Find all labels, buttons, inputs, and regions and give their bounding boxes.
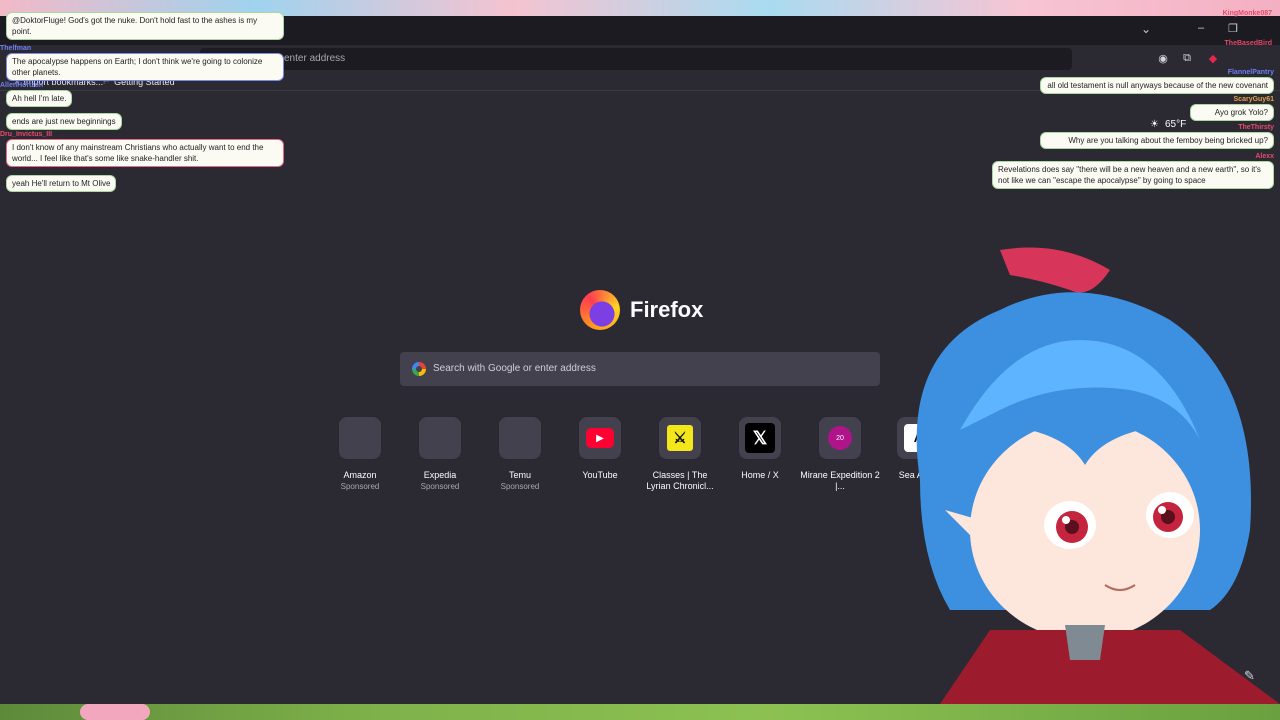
- firefox-wordmark: Firefox: [630, 297, 704, 322]
- firefox-logo-icon: [580, 290, 620, 330]
- chat-message: TheBasedBird: [1200, 40, 1272, 48]
- youtube-play-icon: ▶: [586, 428, 614, 448]
- chat-text: Ah hell I'm late.: [6, 90, 73, 107]
- chat-username: Alexx: [1255, 153, 1274, 160]
- chat-message: Dru_Invictus_III I don't know of any mai…: [0, 131, 284, 167]
- search-placeholder: Search with Google or enter address: [433, 363, 596, 374]
- top-site-title: Home / X: [741, 470, 779, 480]
- chat-text: yeah He'll return to Mt Olive: [6, 175, 117, 192]
- firefox-branding: Firefox: [580, 290, 703, 330]
- edit-pencil-icon[interactable]: ✎: [1244, 668, 1255, 684]
- google-icon: [412, 362, 426, 376]
- top-site-youtube[interactable]: ▶ YouTube: [560, 417, 640, 481]
- d20-dice-icon: 20: [828, 426, 852, 450]
- chat-text: Ayo grok Yolo?: [1190, 104, 1274, 121]
- chat-message: Alexx Revelations does say "there will b…: [992, 153, 1274, 189]
- top-site-amazon[interactable]: Amazon Sponsored: [320, 417, 400, 492]
- chat-text: @DoktorFluge! God's got the nuke. Don't …: [6, 12, 284, 40]
- chat-username: KingMonke087: [1222, 10, 1272, 17]
- top-site-title: Mirane Expedition 2 |...: [800, 470, 880, 491]
- top-site-temu[interactable]: Temu Sponsored: [480, 417, 560, 492]
- top-site-expedia[interactable]: Expedia Sponsored: [400, 417, 480, 492]
- chat-message: ends are just new beginnings: [6, 113, 122, 130]
- list-all-tabs-icon[interactable]: ⌄: [1141, 22, 1151, 36]
- chat-message: AllenHorizon Ah hell I'm late.: [0, 82, 73, 107]
- chat-message: FlannelPantry all old testament is null …: [1040, 69, 1274, 94]
- chat-username: AllenHorizon: [0, 82, 44, 89]
- minimize-icon[interactable]: –: [1198, 22, 1204, 34]
- chat-text: The apocalypse happens on Earth; I don't…: [6, 53, 284, 81]
- amazon-favicon-icon: [339, 417, 381, 459]
- vtuber-avatar: [880, 230, 1280, 704]
- chat-username: FlannelPantry: [1227, 69, 1274, 76]
- chat-text: all old testament is null anyways becaus…: [1040, 77, 1274, 94]
- chat-username: TheBasedBird: [1224, 40, 1272, 47]
- expedia-favicon-icon: [419, 417, 461, 459]
- restore-icon[interactable]: ❐: [1228, 22, 1238, 35]
- chat-username: TheThirsty: [1238, 124, 1274, 131]
- top-site-mirane[interactable]: 20 Mirane Expedition 2 |...: [800, 417, 880, 492]
- x-logo-icon: 𝕏: [745, 423, 775, 453]
- stream-overlay-bottom-background: [0, 704, 1280, 720]
- top-site-title: Amazon: [343, 470, 377, 480]
- top-site-title: Expedia: [423, 470, 457, 480]
- top-site-title: YouTube: [582, 470, 618, 480]
- ublock-icon[interactable]: ◆: [1206, 51, 1220, 65]
- chat-username: ScaryGuy61: [1233, 96, 1274, 103]
- youtube-tile: ▶: [579, 417, 621, 459]
- chat-text: Revelations does say "there will be a ne…: [992, 161, 1274, 189]
- chat-text: Why are you talking about the femboy bei…: [1040, 132, 1274, 149]
- address-bar[interactable]: enter address: [200, 48, 1072, 70]
- chat-message: KingMonke087: [1200, 10, 1272, 18]
- address-bar-placeholder: enter address: [284, 53, 346, 64]
- account-icon[interactable]: ◉: [1156, 51, 1170, 65]
- chat-message: TheThirsty Why are you talking about the…: [1040, 124, 1274, 149]
- lyrian-tile: ⚔: [659, 417, 701, 459]
- crossed-swords-icon: ⚔: [667, 425, 693, 451]
- top-site-x[interactable]: 𝕏 Home / X: [720, 417, 800, 481]
- temu-favicon-icon: [499, 417, 541, 459]
- top-site-title: Temu: [508, 470, 531, 480]
- sponsored-label: Sponsored: [420, 482, 460, 491]
- chat-message: ScaryGuy61 Ayo grok Yolo?: [1190, 96, 1274, 121]
- sponsored-label: Sponsored: [340, 482, 380, 491]
- chat-message: yeah He'll return to Mt Olive: [6, 175, 117, 192]
- top-site-title: Classes | The Lyrian Chronicl...: [646, 470, 714, 491]
- extensions-icon[interactable]: ⧉: [1180, 51, 1194, 65]
- chat-message: @DoktorFluge! God's got the nuke. Don't …: [6, 12, 284, 40]
- chat-message: Thelfman The apocalypse happens on Earth…: [0, 45, 284, 81]
- chat-text: I don't know of any mainstream Christian…: [6, 139, 284, 167]
- mirane-tile: 20: [819, 417, 861, 459]
- top-site-lyrian-chronicles[interactable]: ⚔ Classes | The Lyrian Chronicl...: [640, 417, 720, 492]
- sponsored-label: Sponsored: [500, 482, 540, 491]
- newtab-search-input[interactable]: Search with Google or enter address: [400, 352, 880, 386]
- x-tile: 𝕏: [739, 417, 781, 459]
- chat-username: Thelfman: [0, 45, 32, 52]
- chat-username: Dru_Invictus_III: [0, 131, 53, 138]
- blossom-decoration: [80, 704, 150, 720]
- chat-text: ends are just new beginnings: [6, 113, 122, 130]
